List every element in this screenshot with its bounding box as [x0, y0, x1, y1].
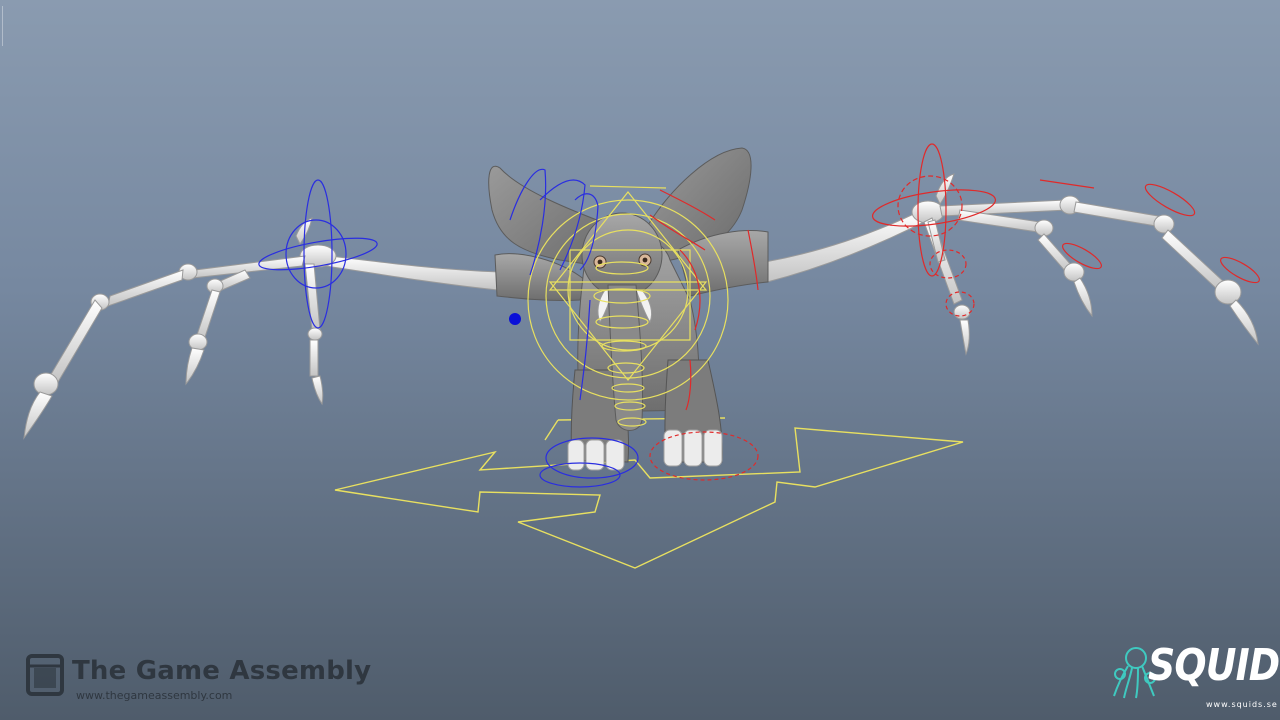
watermark-title: The Game Assembly [72, 656, 372, 686]
the-game-assembly-logo: The Game Assembly www.thegameassembly.co… [24, 652, 371, 708]
ik-pole-handle[interactable] [509, 313, 521, 325]
watermark-url: www.thegameassembly.com [76, 689, 233, 702]
root-move-control[interactable] [334, 417, 964, 569]
right-wing-bones[interactable] [764, 173, 1259, 356]
left-wing-bones[interactable] [23, 217, 501, 440]
rig-scene[interactable] [0, 0, 1280, 720]
squids-logo: SQUIDS www.squids.se [1110, 640, 1280, 714]
squids-url: www.squids.se [1206, 700, 1278, 709]
cube-icon [26, 654, 64, 696]
squids-wordmark: SQUIDS [1148, 640, 1280, 691]
3d-viewport[interactable] [0, 0, 1280, 720]
elephant-mesh[interactable] [488, 147, 769, 471]
